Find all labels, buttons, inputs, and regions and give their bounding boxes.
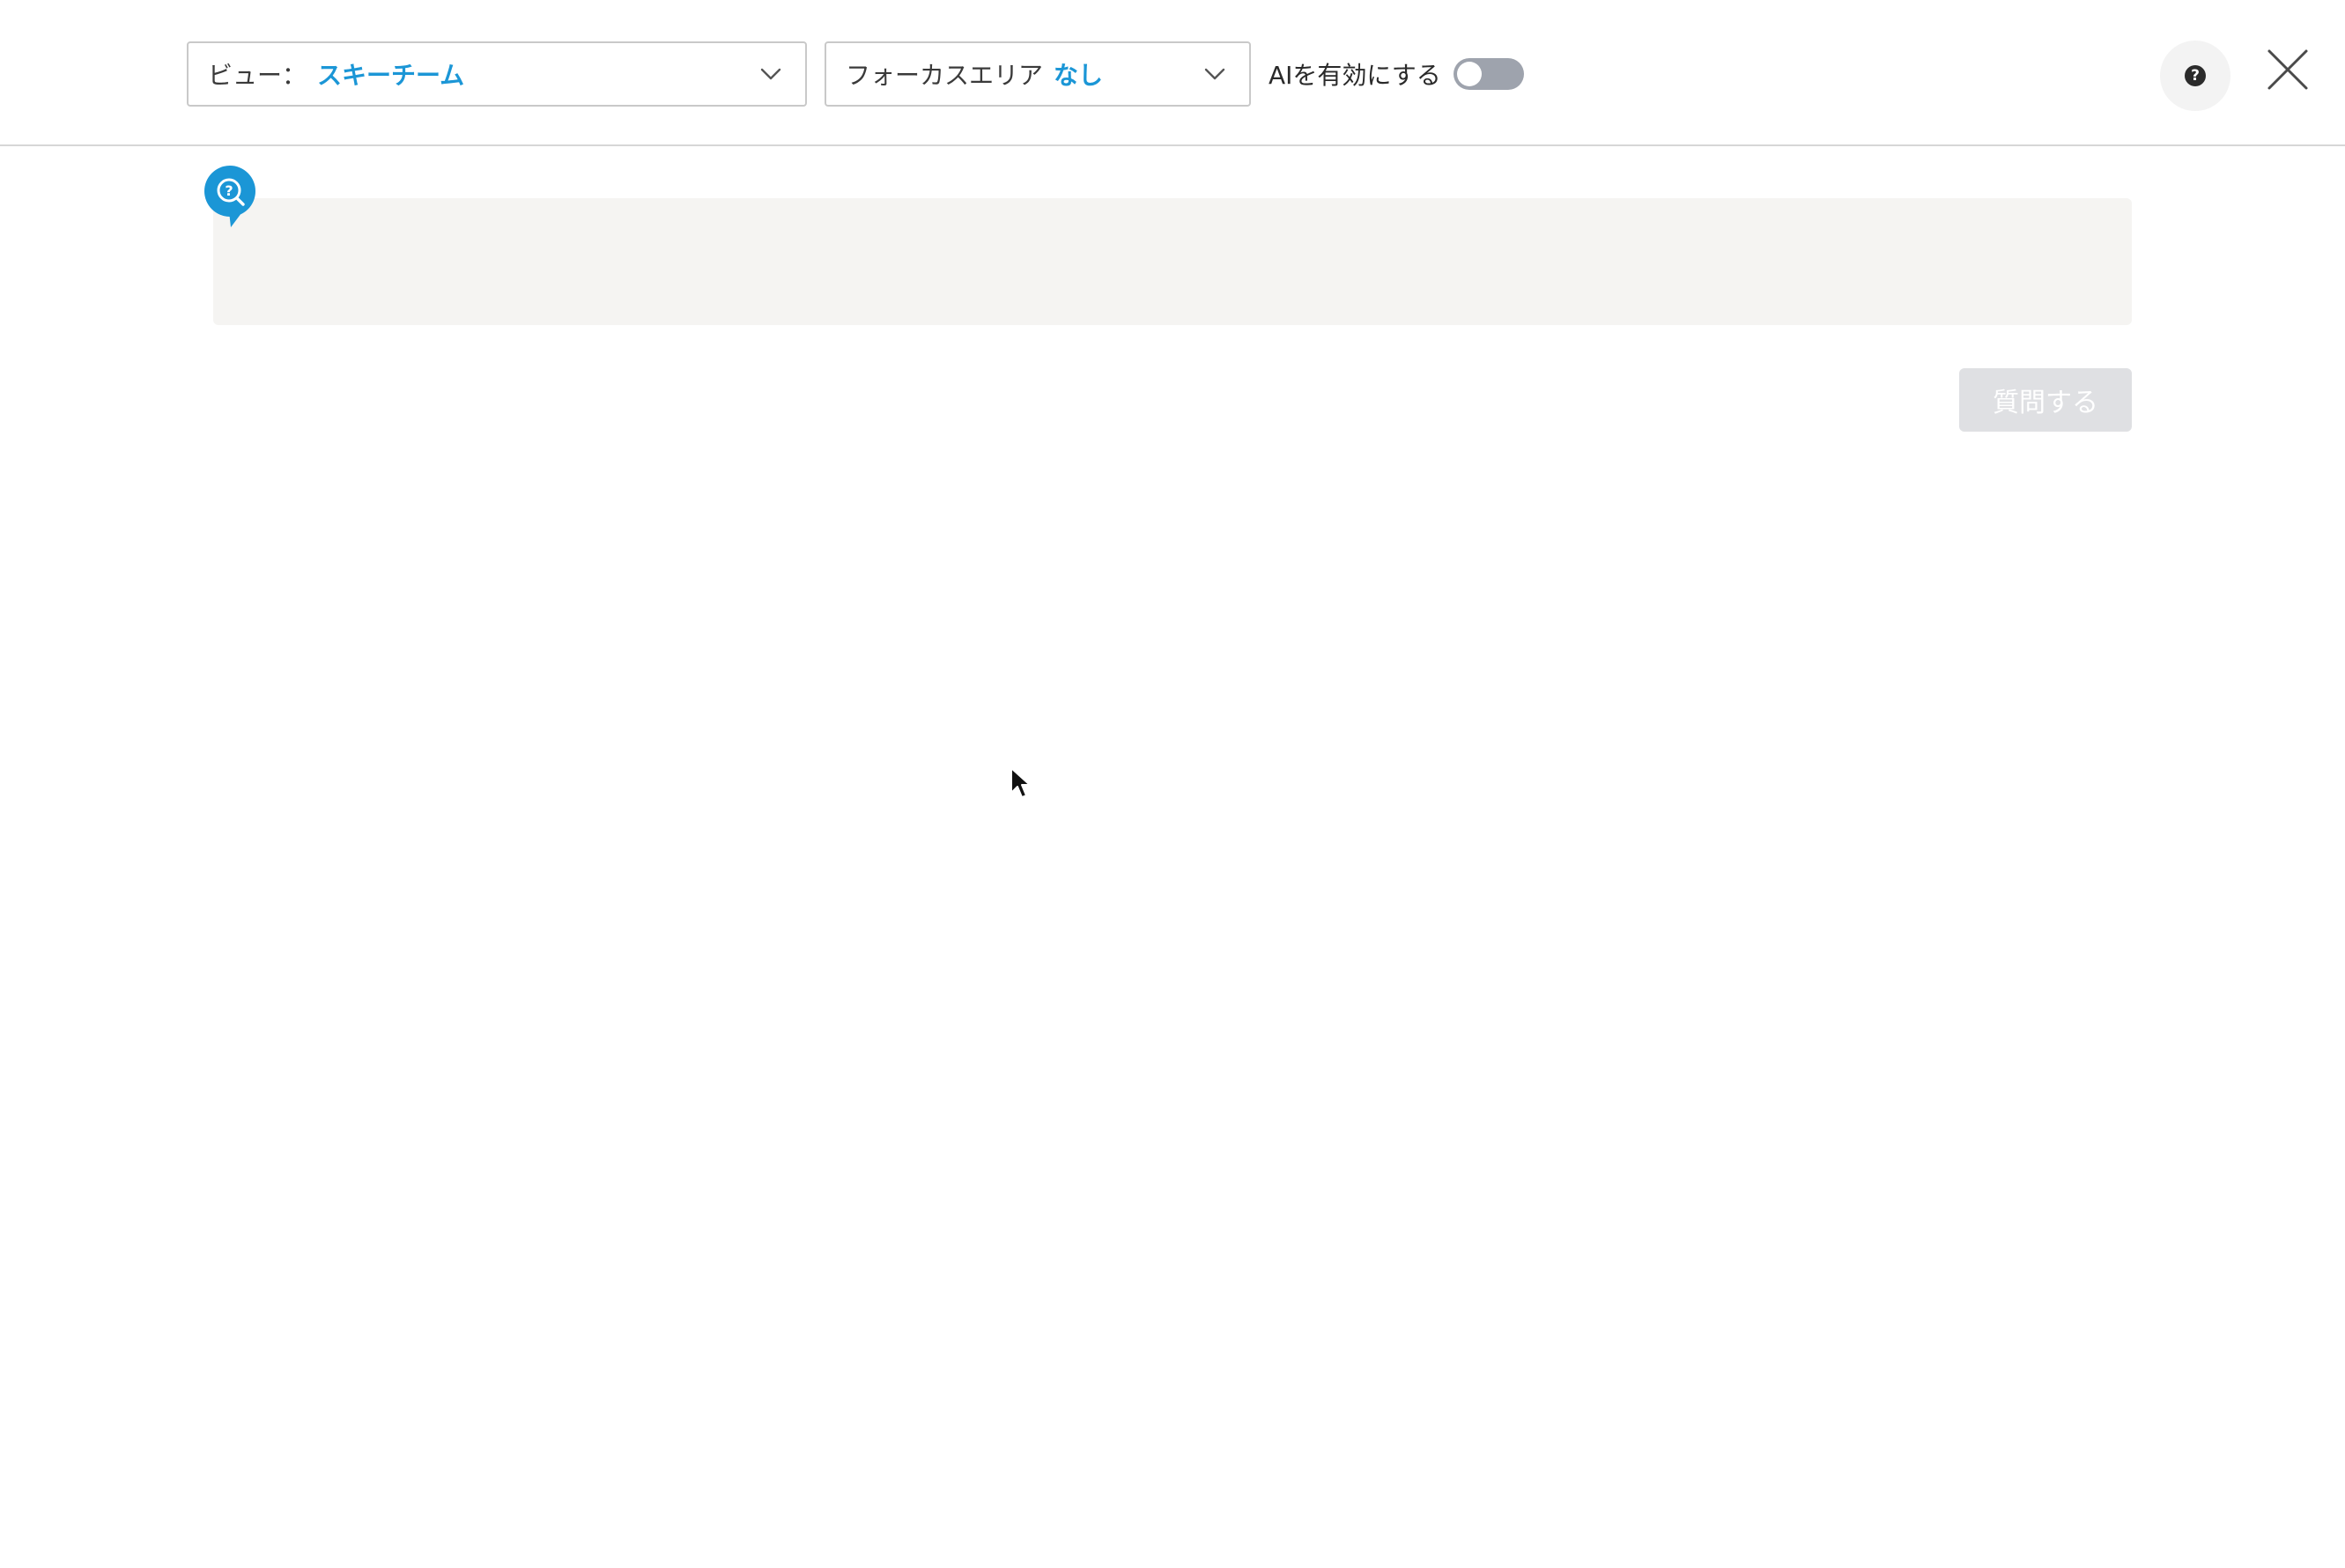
question-input[interactable] (213, 198, 2132, 325)
toggle-knob (1456, 62, 1482, 86)
close-button[interactable] (2264, 46, 2312, 93)
view-select[interactable]: ビュー： スキーチーム (187, 41, 807, 107)
question-search-icon: ? (204, 166, 257, 229)
focus-area-select-label: フォーカスエリア (846, 61, 1044, 90)
ai-query-panel: ビュー： スキーチーム フォーカスエリア なし AIを有効にする ? ? 質問す… (0, 0, 2345, 1568)
focus-area-select[interactable]: フォーカスエリア なし (825, 41, 1251, 107)
focus-area-select-value: なし (1054, 61, 1104, 90)
ai-toggle-group: AIを有効にする (1269, 49, 1524, 99)
chevron-down-icon (759, 63, 782, 85)
ai-toggle-switch[interactable] (1453, 58, 1524, 90)
mouse-cursor-icon (1010, 766, 1032, 800)
close-icon (2267, 49, 2308, 90)
chevron-down-icon (1203, 63, 1226, 85)
help-button[interactable]: ? (2160, 41, 2230, 111)
header-bar: ビュー： スキーチーム フォーカスエリア なし AIを有効にする ? (0, 0, 2345, 146)
svg-text:?: ? (225, 182, 233, 199)
view-select-label: ビュー： (208, 61, 307, 90)
ask-question-button[interactable]: 質問する (1959, 368, 2132, 432)
view-select-value: スキーチーム (317, 61, 465, 90)
ai-toggle-label: AIを有効にする (1269, 61, 1441, 90)
help-icon: ? (2185, 65, 2206, 86)
